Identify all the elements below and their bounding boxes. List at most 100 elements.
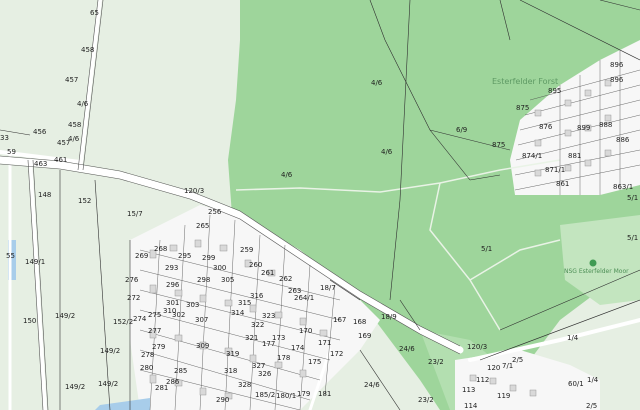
parcel-label: 326 bbox=[258, 370, 272, 378]
parcel-label: 272 bbox=[127, 294, 140, 302]
parcel-label: 461 bbox=[54, 156, 67, 164]
parcel-label: 305 bbox=[221, 276, 234, 284]
parcel-label: 178 bbox=[277, 354, 290, 362]
parcel-label: 65 bbox=[90, 9, 99, 17]
parcel-label: 458 bbox=[81, 46, 94, 54]
parcel-label: 4/6 bbox=[371, 79, 383, 87]
parcel-label: 259 bbox=[240, 246, 253, 254]
parcel-label: 148 bbox=[38, 191, 51, 199]
parcel-label: 279 bbox=[152, 343, 165, 351]
parcel-label: 6/9 bbox=[456, 126, 467, 134]
parcel-label: 256 bbox=[208, 208, 222, 216]
nature-reserve-marker-icon[interactable] bbox=[589, 259, 597, 267]
parcel-label: 185/2 bbox=[255, 391, 275, 399]
parcel-label: 871/1 bbox=[545, 166, 565, 174]
parcel-label: 55 bbox=[6, 252, 15, 260]
parcel-label: 33 bbox=[0, 134, 9, 142]
parcel-label: 112 bbox=[476, 376, 489, 384]
parcel-label: 149/2 bbox=[100, 347, 120, 355]
parcel-label: 174 bbox=[291, 344, 305, 352]
parcel-label: 269 bbox=[135, 252, 148, 260]
parcel-label: 301 bbox=[166, 299, 179, 307]
parcel-label: 457 bbox=[65, 76, 78, 84]
parcel-label: 456 bbox=[33, 128, 47, 136]
parcel-label: 299 bbox=[202, 254, 215, 262]
parcel-label: 24/6 bbox=[364, 381, 380, 389]
parcel-label: 895 bbox=[548, 87, 561, 95]
cadastral-map[interactable]: Esterfelder Forst NSG Esterfelder Moor 4… bbox=[0, 0, 640, 410]
parcel-label: 170 bbox=[299, 327, 312, 335]
parcel-label: 458 bbox=[68, 121, 81, 129]
parcel-label: 888 bbox=[599, 121, 612, 129]
parcel-label: 120/3 bbox=[467, 343, 487, 351]
parcel-label: 316 bbox=[250, 292, 264, 300]
parcel-label: 149/2 bbox=[65, 383, 85, 391]
parcel-label: 4/6 bbox=[381, 148, 393, 156]
parcel-label: 276 bbox=[125, 276, 139, 284]
parcel-label: 149/2 bbox=[98, 380, 118, 388]
parcel-label: 286 bbox=[166, 378, 180, 386]
parcel-label: 303 bbox=[186, 301, 199, 309]
parcel-label: 150 bbox=[23, 317, 36, 325]
parcel-label: 262 bbox=[279, 275, 292, 283]
parcel-label: 319 bbox=[226, 350, 239, 358]
parcel-label: 314 bbox=[231, 309, 245, 317]
parcel-label: 2/5 bbox=[586, 402, 597, 410]
parcel-label: 265 bbox=[196, 222, 209, 230]
parcel-label: 119 bbox=[497, 392, 510, 400]
parcel-label: 7/1 bbox=[502, 362, 513, 370]
parcel-label: 23/2 bbox=[418, 396, 434, 404]
parcel-label: 24/6 bbox=[399, 345, 415, 353]
parcel-label: 881 bbox=[568, 152, 581, 160]
parcel-label: 23/2 bbox=[428, 358, 444, 366]
parcel-label: 295 bbox=[178, 252, 191, 260]
parcel-label: 168 bbox=[353, 318, 366, 326]
parcel-label: 60/1 bbox=[568, 380, 584, 388]
parcel-label: 114 bbox=[464, 402, 478, 410]
parcel-label: 167 bbox=[333, 316, 346, 324]
parcel-label: 18/7 bbox=[320, 284, 336, 292]
parcel-label: 1/4 bbox=[567, 334, 579, 342]
parcel-label: 1/4 bbox=[587, 376, 599, 384]
parcel-label: 322 bbox=[251, 321, 264, 329]
parcel-label: 5/1 bbox=[627, 194, 638, 202]
parcel-label: 327 bbox=[252, 362, 265, 370]
parcel-label: 899 bbox=[577, 124, 590, 132]
forest-name-label: Esterfelder Forst bbox=[492, 77, 558, 86]
parcel-label: 4/6 bbox=[77, 100, 89, 108]
parcel-label: 321 bbox=[245, 334, 258, 342]
parcel-label: 875 bbox=[516, 104, 529, 112]
parcel-label: 318 bbox=[224, 367, 237, 375]
parcel-label: 296 bbox=[166, 281, 180, 289]
parcel-label: 181 bbox=[318, 390, 331, 398]
parcel-label: 152/2 bbox=[113, 318, 133, 326]
parcel-label: 277 bbox=[148, 327, 161, 335]
parcel-label: 307 bbox=[195, 316, 208, 324]
nature-reserve-label: NSG Esterfelder Moor bbox=[564, 268, 629, 275]
parcel-label: 896 bbox=[610, 76, 624, 84]
parcel-label: 59 bbox=[7, 148, 16, 156]
parcel-label: 18/9 bbox=[381, 313, 397, 321]
map-canvas: Esterfelder Forst NSG Esterfelder Moor 4… bbox=[0, 0, 640, 410]
parcel-label: 149/2 bbox=[55, 312, 75, 320]
parcel-label: 300 bbox=[213, 264, 226, 272]
parcel-label: 274 bbox=[133, 315, 147, 323]
parcel-label: 298 bbox=[197, 276, 210, 284]
parcel-label: 152 bbox=[78, 197, 91, 205]
parcel-label: 278 bbox=[141, 351, 154, 359]
parcel-label: 280 bbox=[140, 364, 153, 372]
parcel-label: 328 bbox=[238, 381, 251, 389]
parcel-label: 876 bbox=[539, 123, 553, 131]
parcel-label: 861 bbox=[556, 180, 569, 188]
parcel-label: 113 bbox=[462, 386, 475, 394]
parcel-label: 180/1 bbox=[276, 392, 296, 400]
parcel-label: 179 bbox=[297, 390, 310, 398]
parcel-label: 285 bbox=[174, 367, 187, 375]
parcel-label: 172 bbox=[330, 350, 343, 358]
parcel-label: 120 bbox=[487, 364, 500, 372]
parcel-label: 15/7 bbox=[127, 210, 143, 218]
parcel-label: 171 bbox=[318, 339, 331, 347]
parcel-label: 4/6 bbox=[281, 171, 293, 179]
parcel-label: 463 bbox=[34, 160, 47, 168]
parcel-label: 261 bbox=[261, 269, 274, 277]
